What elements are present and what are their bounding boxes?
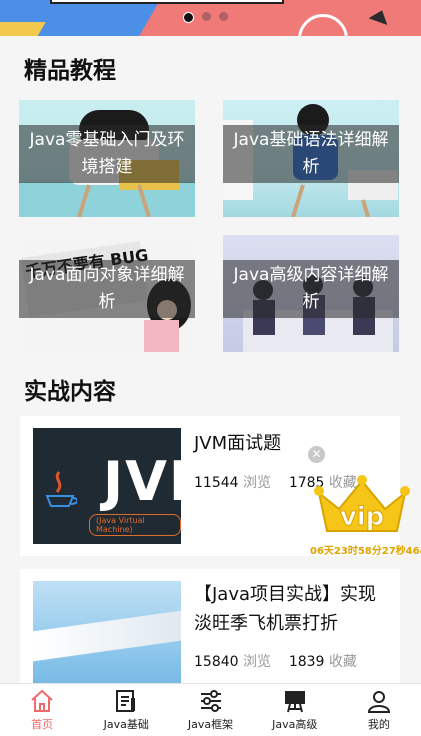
- airplane-wing-image: [33, 610, 181, 662]
- card-title: Java高级内容详细解析: [223, 260, 399, 318]
- practice-thumbnail: [33, 581, 181, 683]
- tab-java-advanced[interactable]: Java高级: [253, 684, 337, 736]
- favorite-unit: 收藏: [328, 654, 357, 670]
- tab-java-frameworks[interactable]: Java框架: [168, 684, 252, 736]
- view-unit: 浏览: [243, 475, 271, 491]
- favorite-count: 1839: [288, 654, 325, 670]
- user-icon: [367, 691, 390, 713]
- practice-title: JVM面试题: [194, 433, 282, 454]
- vip-badge[interactable]: vip: [313, 473, 411, 543]
- card-title: Java基础语法详细解析: [223, 125, 399, 183]
- close-icon[interactable]: ✕: [308, 446, 325, 463]
- banner-decoration: [298, 14, 348, 36]
- view-count: 15840: [194, 654, 239, 670]
- java-cup-icon: [45, 471, 77, 507]
- tab-home[interactable]: 首页: [0, 684, 84, 736]
- bottom-tab-bar: 首页 Java基础 Java框架 Java高级 我的: [0, 683, 421, 736]
- banner-decoration: [368, 6, 392, 26]
- vip-badge-text: vip: [340, 502, 384, 532]
- tab-profile[interactable]: 我的: [337, 684, 421, 736]
- carousel-dot[interactable]: [219, 12, 228, 21]
- document-icon: [116, 690, 136, 712]
- practice-title: 【Java项目实战】实现淡旺季飞机票打折: [194, 584, 377, 634]
- featured-card[interactable]: Java高级内容详细解析: [223, 235, 399, 352]
- card-title: Java面向对象详细解析: [19, 260, 195, 318]
- monitor-icon: [284, 691, 305, 713]
- card-title: Java零基础入门及环境搭建: [19, 125, 195, 183]
- tab-label: Java框架: [187, 718, 234, 731]
- practice-section-title: 实战内容: [24, 379, 116, 405]
- featured-section-title: 精品教程: [24, 58, 116, 84]
- banner-decoration: [50, 0, 284, 4]
- practice-thumbnail: JVM (Java Virtual Machine): [33, 428, 223, 544]
- thumbnail-subtitle: (Java Virtual Machine): [89, 514, 181, 536]
- carousel-indicator: [183, 12, 228, 23]
- view-unit: 浏览: [243, 654, 271, 670]
- tab-label: Java高级: [272, 718, 318, 731]
- practice-item[interactable]: 【Java项目实战】实现淡旺季飞机票打折 15840 浏览 1839 收藏: [20, 569, 400, 683]
- banner-carousel[interactable]: [0, 0, 421, 36]
- view-count: 11544: [194, 475, 239, 491]
- sliders-icon: [200, 690, 221, 712]
- tab-label: Java基础: [103, 718, 149, 731]
- tab-label: 我的: [367, 718, 390, 731]
- vip-countdown: 06天23时58分27秒464: [310, 546, 421, 557]
- featured-card[interactable]: Java零基础入门及环境搭建: [19, 100, 195, 217]
- featured-card[interactable]: 千万不要有 BUG Java面向对象详细解析: [19, 235, 195, 352]
- practice-stats: 15840 浏览 1839 收藏: [194, 651, 357, 671]
- home-icon: [31, 689, 53, 712]
- featured-card[interactable]: Java基础语法详细解析: [223, 100, 399, 217]
- tab-label: 首页: [31, 718, 54, 731]
- carousel-dot[interactable]: [202, 12, 211, 21]
- banner-decoration: [0, 22, 46, 36]
- carousel-dot[interactable]: [183, 12, 194, 23]
- tab-java-basics[interactable]: Java基础: [84, 684, 168, 736]
